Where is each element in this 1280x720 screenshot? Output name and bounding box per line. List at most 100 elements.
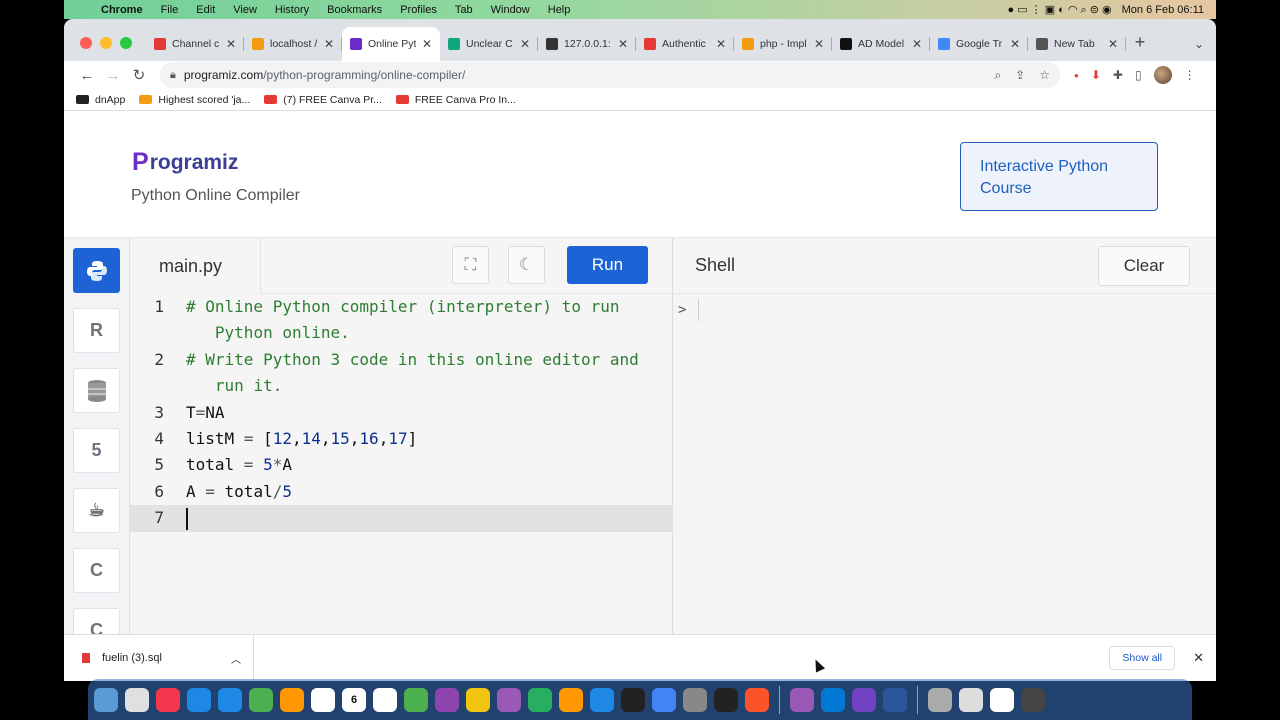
tab-close-icon[interactable]: ✕ (324, 37, 334, 51)
download-item[interactable]: fuelin (3).sql ︿ (64, 635, 254, 681)
menu-view[interactable]: View (224, 4, 266, 16)
browser-tab[interactable]: Channel c ✕ (146, 27, 244, 61)
dock-app-icon[interactable] (497, 687, 521, 712)
dock-app-icon[interactable] (373, 687, 397, 712)
code-line[interactable]: 6 A = total/5 (130, 479, 673, 505)
extension-download-icon[interactable]: ⬇ (1091, 68, 1101, 82)
tab-close-icon[interactable]: ✕ (814, 37, 824, 51)
show-all-button[interactable]: Show all (1109, 646, 1176, 670)
dock-app-icon[interactable] (852, 687, 876, 712)
zoom-window-button[interactable] (120, 37, 132, 49)
menu-bookmarks[interactable]: Bookmarks (318, 4, 391, 16)
dock-app-icon[interactable] (790, 687, 814, 712)
profile-avatar[interactable] (1153, 66, 1172, 84)
back-arrow-icon[interactable]: ← (74, 67, 100, 84)
browser-tab[interactable]: New Tab ✕ (1028, 27, 1126, 61)
dock-app-icon[interactable] (590, 687, 614, 712)
extensions-puzzle-icon[interactable]: ✚ (1113, 68, 1123, 82)
dock-app-icon[interactable] (280, 687, 304, 712)
dock-app-icon[interactable] (466, 687, 490, 712)
programiz-logo[interactable]: Programiz (132, 148, 238, 177)
menu-profiles[interactable]: Profiles (391, 4, 446, 16)
dock-app-icon[interactable] (621, 687, 645, 712)
sql-icon[interactable] (73, 368, 120, 413)
code-line[interactable]: 7 (130, 505, 673, 532)
browser-tab[interactable]: Online Pyt ✕ (342, 27, 440, 61)
dock-app-icon[interactable] (652, 687, 676, 712)
side-panel-icon[interactable]: ▯ (1135, 68, 1142, 82)
dock-app-icon[interactable] (928, 687, 952, 712)
interactive-course-button[interactable]: Interactive Python Course (960, 142, 1158, 211)
code-line[interactable]: 1 # Online Python compiler (interpreter) … (130, 294, 673, 347)
dock-app-icon[interactable]: 6 (342, 687, 366, 712)
lock-icon[interactable]: 🔒︎ (170, 69, 176, 82)
dock-app-icon[interactable] (821, 687, 845, 712)
dock-app-icon[interactable] (156, 687, 180, 712)
tab-close-icon[interactable]: ✕ (520, 37, 530, 51)
zoom-icon[interactable]: ⌕ (994, 68, 1001, 83)
bookmark-star-icon[interactable]: ☆ (1039, 68, 1050, 83)
chevron-up-icon[interactable]: ︿ (231, 651, 241, 666)
new-tab-button[interactable]: + (1126, 32, 1154, 61)
dock-app-icon[interactable] (959, 687, 983, 712)
dock-app-icon[interactable] (714, 687, 738, 712)
close-window-button[interactable] (80, 37, 92, 49)
dock-app-icon[interactable] (559, 687, 583, 712)
dock-app-icon[interactable] (1021, 687, 1045, 712)
minimize-window-button[interactable] (100, 37, 112, 49)
bookmark-item[interactable]: (7) FREE Canva Pr... (264, 94, 382, 106)
reload-icon[interactable]: ↻ (126, 66, 152, 84)
dark-mode-moon-icon[interactable]: ☾ (508, 246, 545, 284)
dock-app-icon[interactable] (435, 687, 459, 712)
dock-app-icon[interactable] (94, 687, 118, 712)
code-area[interactable]: 1 # Online Python compiler (interpreter) … (130, 294, 673, 532)
menu-app[interactable]: Chrome (92, 4, 152, 16)
menu-history[interactable]: History (266, 4, 318, 16)
chrome-menu-icon[interactable]: ⋮ (1184, 68, 1196, 82)
browser-tab[interactable]: localhost / ✕ (244, 27, 342, 61)
python-icon[interactable] (73, 248, 120, 293)
bookmark-item[interactable]: Highest scored 'ja... (139, 94, 250, 106)
browser-tab[interactable]: Authentic ✕ (636, 27, 734, 61)
browser-tab[interactable]: php - Impl ✕ (734, 27, 832, 61)
bookmark-item[interactable]: FREE Canva Pro In... (395, 94, 516, 106)
dock-app-icon[interactable] (990, 687, 1014, 712)
r-icon[interactable]: R (73, 308, 120, 353)
bookmark-item[interactable]: dnApp (76, 94, 125, 106)
status-icons[interactable]: ● ▭ ⋮ ▣ ◐ ◠ ⌕ ⊜ ◉ (1008, 3, 1112, 17)
shell-input[interactable] (698, 299, 699, 321)
extension-record-icon[interactable]: ● (1074, 71, 1079, 80)
html5-icon[interactable]: 5 (73, 428, 120, 473)
dock-app-icon[interactable] (218, 687, 242, 712)
browser-tab[interactable]: AD Model ✕ (832, 27, 930, 61)
java-icon[interactable]: ☕︎ (73, 488, 120, 533)
fullscreen-icon[interactable]: ⛶ (452, 246, 489, 284)
tab-close-icon[interactable]: ✕ (618, 37, 628, 51)
tab-close-icon[interactable]: ✕ (1010, 37, 1020, 51)
code-line[interactable]: 5 total = 5*A (130, 452, 673, 478)
menu-tab[interactable]: Tab (446, 4, 482, 16)
code-line[interactable]: 3 T=NA (130, 400, 673, 426)
dock-app-icon[interactable] (249, 687, 273, 712)
menu-window[interactable]: Window (482, 4, 539, 16)
dock-app-icon[interactable] (311, 687, 335, 712)
browser-tab[interactable]: Google Tr ✕ (930, 27, 1028, 61)
menu-file[interactable]: File (152, 4, 188, 16)
dock-app-icon[interactable] (125, 687, 149, 712)
share-icon[interactable]: ⇪ (1015, 68, 1025, 83)
clear-button[interactable]: Clear (1098, 246, 1190, 286)
dock-app-icon[interactable] (404, 687, 428, 712)
dock-app-icon[interactable] (187, 687, 211, 712)
tab-close-icon[interactable]: ✕ (716, 37, 726, 51)
tab-close-icon[interactable]: ✕ (1108, 37, 1118, 51)
dock-app-icon[interactable] (528, 687, 552, 712)
browser-tab[interactable]: 127.0.0.1: ✕ (538, 27, 636, 61)
run-button[interactable]: Run (567, 246, 648, 284)
file-tab[interactable]: main.py (130, 238, 261, 294)
close-icon[interactable]: ✕ (1193, 650, 1204, 666)
dock-app-icon[interactable] (683, 687, 707, 712)
tab-close-icon[interactable]: ✕ (226, 37, 236, 51)
forward-arrow-icon[interactable]: → (100, 67, 126, 84)
tab-search-chevron-icon[interactable]: ⌄ (1182, 37, 1216, 61)
menu-edit[interactable]: Edit (187, 4, 224, 16)
